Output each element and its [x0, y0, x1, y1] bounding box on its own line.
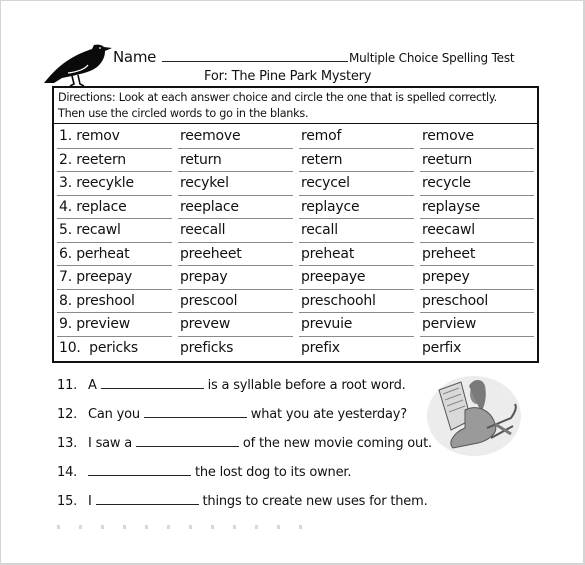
choice-cell[interactable]: preheet: [417, 243, 537, 267]
choice-cell[interactable]: reecawl: [417, 219, 537, 243]
choice-cell[interactable]: preschool: [417, 290, 537, 314]
directions-line-2: Then use the circled words to go in the …: [58, 107, 309, 120]
sentence-start: I saw a: [88, 436, 133, 451]
sentence-number: 12.: [57, 407, 78, 422]
choice-cell[interactable]: 5. recawl: [54, 219, 175, 243]
fill-in-sentence: 14. the lost dog to its owner.: [57, 463, 351, 480]
choice-cell[interactable]: recall: [296, 219, 417, 243]
test-title: Multiple Choice Spelling Test: [349, 51, 515, 65]
answer-blank[interactable]: [100, 376, 204, 389]
choice-cell[interactable]: perfix: [417, 337, 537, 361]
sentence-end: of the new movie coming out.: [242, 436, 432, 451]
answer-blank[interactable]: [135, 434, 239, 447]
worksheet-page: Name Multiple Choice Spelling Test For: …: [1, 1, 583, 563]
choice-cell[interactable]: 6. perheat: [54, 243, 175, 267]
choice-cell[interactable]: return: [175, 149, 296, 173]
sentence-start: Can you: [88, 407, 140, 422]
fill-in-sentence: 13. I saw a of the new movie coming out.: [57, 434, 432, 451]
sentence-end: is a syllable before a root word.: [207, 378, 406, 393]
sentence-number: 13.: [57, 436, 78, 451]
spelling-table: Directions: Look at each answer choice a…: [52, 86, 539, 363]
choice-cell[interactable]: perview: [417, 313, 537, 337]
question-row: 4. replace reeplace replayce replayse: [54, 196, 537, 220]
choice-cell[interactable]: 8. preshool: [54, 290, 175, 314]
directions: Directions: Look at each answer choice a…: [58, 90, 536, 123]
choice-cell[interactable]: preheat: [296, 243, 417, 267]
choice-cell[interactable]: replayce: [296, 196, 417, 220]
choice-cell[interactable]: remof: [296, 125, 417, 149]
question-row: 9. preview prevew prevuie perview: [54, 313, 537, 337]
choice-cell[interactable]: preschoohl: [296, 290, 417, 314]
sentence-end: what you ate yesterday?: [250, 407, 407, 422]
cut-off-sentence: [57, 525, 317, 529]
choice-cell[interactable]: 4. replace: [54, 196, 175, 220]
question-row: 6. perheat preeheet preheat preheet: [54, 243, 537, 267]
choice-cell[interactable]: 9. preview: [54, 313, 175, 337]
crow-icon: [44, 44, 112, 87]
choice-cell[interactable]: 2. reetern: [54, 149, 175, 173]
choice-cell[interactable]: 1. remov: [54, 125, 175, 149]
choice-cell[interactable]: prefix: [296, 337, 417, 361]
choice-cell[interactable]: recykel: [175, 172, 296, 196]
choice-cell[interactable]: reecall: [175, 219, 296, 243]
choice-cell[interactable]: recycle: [417, 172, 537, 196]
answer-blank[interactable]: [143, 405, 247, 418]
choice-cell[interactable]: reeturn: [417, 149, 537, 173]
choice-cell[interactable]: prevuie: [296, 313, 417, 337]
fill-in-sentence: 12. Can you what you ate yesterday?: [57, 405, 407, 422]
choice-cell[interactable]: preepaye: [296, 266, 417, 290]
question-row: 2. reetern return retern reeturn: [54, 149, 537, 173]
choice-cell[interactable]: prevew: [175, 313, 296, 337]
choice-cell[interactable]: remove: [417, 125, 537, 149]
sentence-number: 14.: [57, 465, 78, 480]
question-row: 1. remov reemove remof remove: [54, 125, 537, 149]
fill-in-sentence: 15. I things to create new uses for them.: [57, 492, 428, 509]
question-row: 10. pericks preficks prefix perfix: [54, 337, 537, 361]
answer-blank[interactable]: [95, 492, 199, 505]
sentence-number: 15.: [57, 494, 78, 509]
answer-blank[interactable]: [88, 463, 191, 476]
choice-cell[interactable]: reeplace: [175, 196, 296, 220]
directions-line-1: Directions: Look at each answer choice a…: [58, 91, 497, 104]
question-row: 7. preepay prepay preepaye prepey: [54, 266, 537, 290]
choice-cell[interactable]: preficks: [175, 337, 296, 361]
choice-cell[interactable]: prescool: [175, 290, 296, 314]
name-label: Name: [113, 48, 157, 66]
choices-grid: 1. remov reemove remof remove 2. reetern…: [54, 125, 537, 360]
name-field[interactable]: Name: [113, 47, 349, 66]
question-row: 8. preshool prescool preschoohl preschoo…: [54, 290, 537, 314]
question-row: 3. reecykle recykel recycel recycle: [54, 172, 537, 196]
sentence-end: the lost dog to its owner.: [194, 465, 352, 480]
directions-divider: [54, 123, 537, 124]
person-reading-newspaper-icon: [427, 376, 521, 456]
fill-in-sentence: 11. A is a syllable before a root word.: [57, 376, 406, 393]
sentence-number: 11.: [57, 378, 78, 393]
sentence-start: I: [88, 494, 92, 509]
choice-cell[interactable]: 7. preepay: [54, 266, 175, 290]
choice-cell[interactable]: prepay: [175, 266, 296, 290]
choice-cell[interactable]: 3. reecykle: [54, 172, 175, 196]
choice-cell[interactable]: recycel: [296, 172, 417, 196]
sentence-start: A: [88, 378, 97, 393]
choice-cell[interactable]: 10. pericks: [54, 337, 175, 361]
choice-cell[interactable]: retern: [296, 149, 417, 173]
choice-cell[interactable]: replayse: [417, 196, 537, 220]
sentence-end: things to create new uses for them.: [202, 494, 428, 509]
name-blank[interactable]: [162, 47, 349, 62]
question-row: 5. recawl reecall recall reecawl: [54, 219, 537, 243]
choice-cell[interactable]: preeheet: [175, 243, 296, 267]
choice-cell[interactable]: reemove: [175, 125, 296, 149]
subtitle: For: The Pine Park Mystery: [204, 69, 372, 84]
choice-cell[interactable]: prepey: [417, 266, 537, 290]
